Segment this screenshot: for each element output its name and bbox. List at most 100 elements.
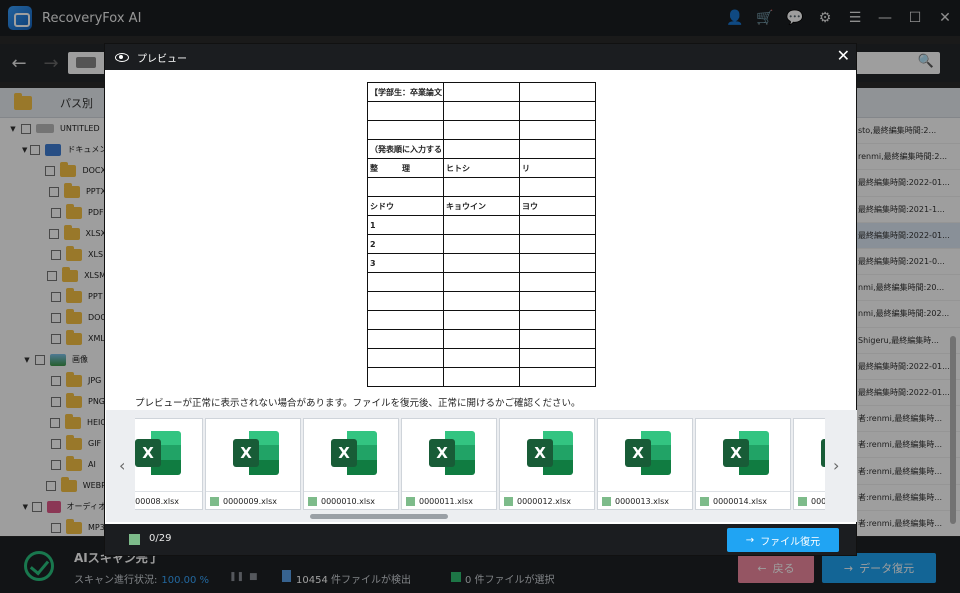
thumbnail-label: 0000011.xlsx	[402, 491, 496, 511]
sheet-row	[367, 367, 596, 387]
preview-note: プレビューが正常に表示されない場合があります。ファイルを復元後、正常に開けるかご…	[135, 398, 581, 409]
sheet-cell: リ	[519, 158, 596, 178]
thumbnail-filename: 0000010.xlsx	[321, 497, 376, 506]
thumbnail-filename: 0000013.xlsx	[615, 497, 670, 506]
sheet-cell	[443, 139, 520, 159]
sheet-cell	[519, 234, 596, 254]
sheet-cell	[443, 367, 520, 387]
sheet-cell	[443, 120, 520, 140]
sheet-cell	[519, 272, 596, 292]
thumbnail-checkbox[interactable]	[504, 497, 513, 506]
thumbnail-label: 0000013.xlsx	[598, 491, 692, 511]
thumbnail-label: 0000015.xlsx	[794, 491, 825, 511]
sheet-cell	[519, 253, 596, 273]
thumbnail-checkbox[interactable]	[406, 497, 415, 506]
file-recover-label: ファイル復元	[760, 536, 821, 548]
sheet-cell	[519, 101, 596, 121]
sheet-cell	[443, 101, 520, 121]
thumb-prev-icon[interactable]: ‹	[119, 456, 125, 475]
file-thumbnail[interactable]: X 0000010.xlsx	[303, 418, 399, 510]
file-thumbnail[interactable]: X 0000009.xlsx	[205, 418, 301, 510]
app-window: RecoveryFox AI 👤 🛒 💬 ⚙ ☰ — ☐ ✕ ← → 🔍 パス別 ▼ UNTIT…	[0, 0, 960, 593]
sheet-cell: 3	[367, 253, 444, 273]
file-thumbnail[interactable]: X 0000015.xlsx	[793, 418, 825, 510]
thumbnail-scrollbar[interactable]	[310, 514, 448, 519]
sheet-row: 整 理ヒトシリ	[367, 158, 596, 178]
sheet-cell	[519, 215, 596, 235]
thumbnail-checkbox[interactable]	[700, 497, 709, 506]
sheet-row	[367, 348, 596, 368]
thumbnail-checkbox[interactable]	[210, 497, 219, 506]
thumbnail-label: 0000009.xlsx	[206, 491, 300, 511]
sheet-cell	[443, 329, 520, 349]
file-thumbnail[interactable]: X 0000008.xlsx	[135, 418, 203, 510]
thumbnail-label: 0000010.xlsx	[304, 491, 398, 511]
preview-footer: 0/29 → ファイル復元	[105, 524, 856, 555]
file-thumbnail[interactable]: X 0000013.xlsx	[597, 418, 693, 510]
excel-icon: X	[233, 431, 279, 475]
sheet-cell	[443, 291, 520, 311]
excel-icon: X	[331, 431, 377, 475]
sheet-cell	[367, 272, 444, 292]
thumbnail-filename: 0000009.xlsx	[223, 497, 278, 506]
sheet-cell: キョウイン	[443, 196, 520, 216]
eye-icon	[115, 52, 129, 62]
file-thumbnail[interactable]: X 0000012.xlsx	[499, 418, 595, 510]
sheet-cell	[519, 139, 596, 159]
thumbnail-label: 0000012.xlsx	[500, 491, 594, 511]
sheet-cell	[519, 348, 596, 368]
sheet-row	[367, 310, 596, 330]
sheet-cell: ヨウ	[519, 196, 596, 216]
sheet-cell: ヒトシ	[443, 158, 520, 178]
sheet-cell	[367, 120, 444, 140]
excel-icon: X	[625, 431, 671, 475]
sheet-cell	[519, 177, 596, 197]
sheet-cell	[443, 215, 520, 235]
excel-icon: X	[821, 431, 825, 475]
thumbnail-checkbox[interactable]	[798, 497, 807, 506]
sheet-cell	[519, 82, 596, 102]
sheet-row: 2	[367, 234, 596, 254]
close-icon[interactable]: ✕	[837, 47, 850, 65]
thumbnail-strip: ‹ X 0000008.xlsx X 0000009.xlsx X 0000010.xls…	[106, 410, 857, 522]
file-recover-button[interactable]: → ファイル復元	[727, 528, 839, 552]
thumbnail-label: 0000008.xlsx	[135, 491, 202, 511]
thumbnail-filename: 0000014.xlsx	[713, 497, 768, 506]
sheet-cell	[443, 234, 520, 254]
sheet-cell	[519, 329, 596, 349]
thumbnail-checkbox[interactable]	[308, 497, 317, 506]
file-thumbnail[interactable]: X 0000011.xlsx	[401, 418, 497, 510]
sheet-row	[367, 272, 596, 292]
sheet-cell	[367, 367, 444, 387]
sheet-cell	[519, 310, 596, 330]
sheet-cell	[443, 177, 520, 197]
thumbnail-filename: 0000015.xlsx	[811, 497, 825, 506]
sheet-cell	[443, 348, 520, 368]
thumbnail-label: 0000014.xlsx	[696, 491, 790, 511]
excel-icon: X	[723, 431, 769, 475]
thumbnail-checkbox[interactable]	[602, 497, 611, 506]
sheet-row	[367, 329, 596, 349]
sheet-row	[367, 120, 596, 140]
sheet-row	[367, 101, 596, 121]
sheet-cell: シドウ	[367, 196, 444, 216]
sheet-cell	[367, 101, 444, 121]
sheet-row: 【学部生：卒業論文	[367, 82, 596, 102]
sheet-cell	[443, 82, 520, 102]
file-thumbnail[interactable]: X 0000014.xlsx	[695, 418, 791, 510]
thumb-next-icon[interactable]: ›	[833, 456, 839, 475]
thumbnail-track: X0000008.xlsxX0000009.xlsxX0000010.xlsxX…	[135, 418, 825, 514]
thumbnail-filename: 0000012.xlsx	[517, 497, 572, 506]
sheet-row: シドウ キョウイン ヨウ	[367, 196, 596, 216]
select-all-checkbox[interactable]	[129, 534, 140, 545]
sheet-cell	[519, 291, 596, 311]
sheet-cell	[443, 310, 520, 330]
sheet-row: （発表順に入力する	[367, 139, 596, 159]
preview-dialog: プレビュー ✕ 【学部生：卒業論文 （発表順に入力する整 理ヒトシリシドウ キョウイ…	[104, 43, 857, 556]
sheet-cell	[367, 329, 444, 349]
sheet-row	[367, 177, 596, 197]
sheet-cell: 1	[367, 215, 444, 235]
sheet-cell	[367, 348, 444, 368]
spreadsheet-preview: 【学部生：卒業論文 （発表順に入力する整 理ヒトシリシドウ キョウイン ヨウ 1 2 3	[367, 82, 596, 387]
thumbnail-filename: 0000011.xlsx	[419, 497, 474, 506]
